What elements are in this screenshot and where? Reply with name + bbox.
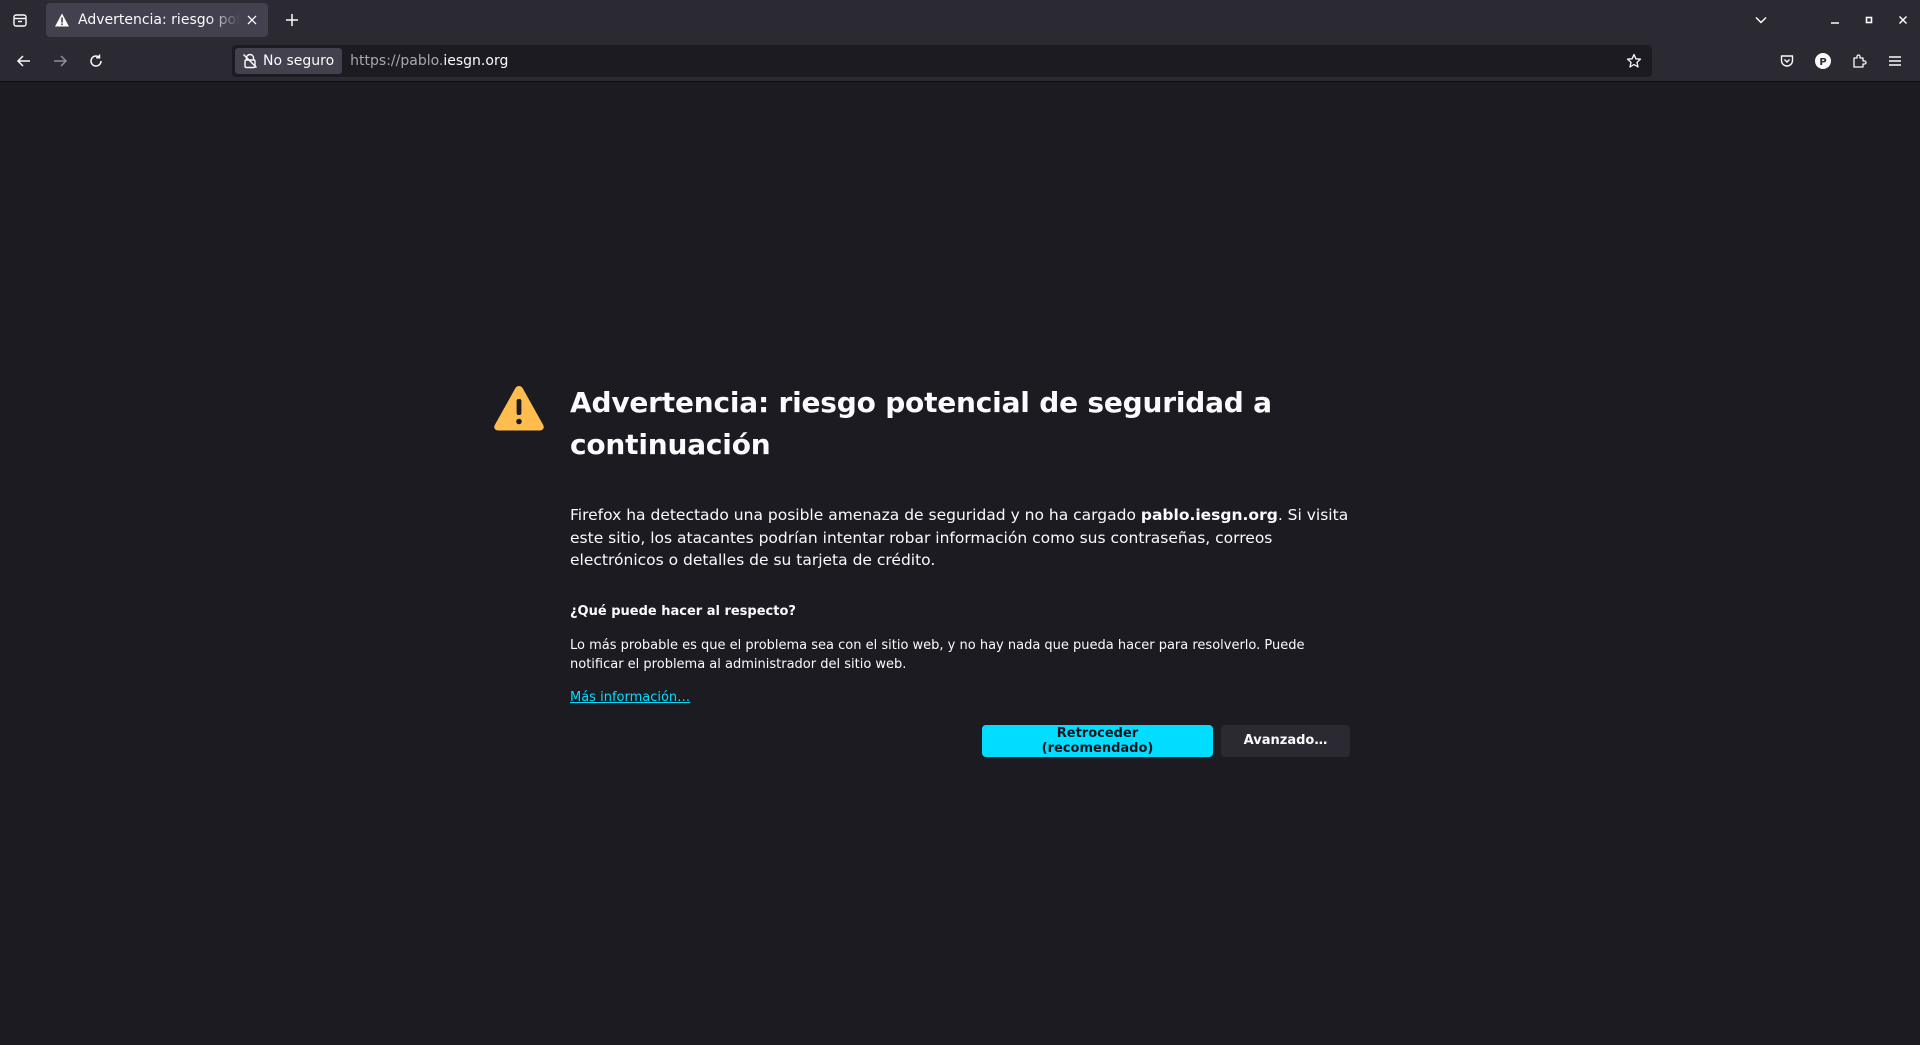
advanced-button[interactable]: Avanzado… — [1221, 724, 1350, 757]
tab-strip: Advertencia: riesgo potencial de segurid… — [0, 0, 1920, 40]
tab-title: Advertencia: riesgo potencial de segurid… — [78, 12, 240, 28]
pocket-icon — [1780, 55, 1794, 67]
back-button[interactable] — [8, 45, 40, 77]
firefox-view-button[interactable] — [0, 0, 40, 40]
profile-initial: P — [1819, 57, 1826, 68]
url-text[interactable]: https://pablo.iesgn.org — [350, 53, 508, 69]
star-icon — [1626, 53, 1642, 68]
insecure-lock-icon — [243, 53, 257, 69]
maximize-icon — [1865, 16, 1873, 24]
close-window-button[interactable] — [1886, 0, 1920, 40]
warning-icon — [494, 386, 544, 431]
arrow-left-icon — [16, 55, 30, 67]
profile-icon: P — [1815, 53, 1831, 69]
close-icon — [1898, 15, 1908, 25]
error-content: Advertencia: riesgo potencial de segurid… — [570, 382, 1350, 757]
connection-status-label: No seguro — [263, 53, 335, 69]
url-bar[interactable]: No seguro https://pablo.iesgn.org — [232, 45, 1652, 77]
security-warning-page: Advertencia: riesgo potencial de segurid… — [0, 82, 1920, 1045]
description-text-start: Firefox ha detectado una posible amenaza… — [570, 506, 1141, 524]
what-can-you-do-text: Lo más probable es que el problema sea c… — [570, 637, 1305, 673]
site-identity-button[interactable]: No seguro — [235, 48, 343, 74]
minimize-icon — [1831, 22, 1839, 24]
app-menu-button[interactable] — [1879, 45, 1911, 77]
new-tab-button[interactable] — [278, 6, 306, 34]
extensions-icon — [1853, 54, 1867, 68]
tab-active[interactable]: Advertencia: riesgo potencial de segurid… — [46, 3, 268, 37]
pocket-button[interactable] — [1771, 45, 1803, 77]
host-name: pablo.iesgn.org — [1140, 506, 1278, 524]
arrow-right-icon — [54, 55, 68, 67]
chevron-down-icon — [1755, 16, 1767, 24]
error-description: Firefox ha detectado una posible amenaza… — [570, 504, 1350, 572]
url-domain: iesgn.org — [443, 53, 509, 69]
learn-more-link[interactable]: Más información… — [570, 690, 690, 705]
bookmark-button[interactable] — [1622, 49, 1646, 73]
close-icon — [247, 15, 257, 25]
action-buttons: Retroceder (recomendado) Avanzado… — [570, 724, 1350, 757]
menu-icon — [1889, 56, 1901, 66]
list-all-tabs-button[interactable] — [1745, 4, 1777, 36]
window-controls — [1818, 0, 1920, 40]
what-can-you-do-heading: ¿Qué puede hacer al respecto? — [570, 603, 796, 619]
reload-button[interactable] — [80, 45, 112, 77]
tab-close-button[interactable] — [244, 12, 260, 28]
url-prefix: https://pablo. — [350, 53, 444, 69]
reload-icon — [90, 54, 102, 67]
page-title: Advertencia: riesgo potencial de segurid… — [570, 386, 1272, 461]
navigation-toolbar: No seguro https://pablo.iesgn.org P — [0, 40, 1920, 82]
go-back-button[interactable]: Retroceder (recomendado) — [982, 724, 1213, 757]
forward-button[interactable] — [44, 45, 76, 77]
maximize-button[interactable] — [1852, 0, 1886, 40]
account-button[interactable]: P — [1807, 45, 1839, 77]
warning-icon — [55, 13, 69, 27]
minimize-button[interactable] — [1818, 0, 1852, 40]
plus-icon — [286, 14, 298, 26]
firefox-view-icon — [13, 14, 27, 27]
extensions-button[interactable] — [1843, 45, 1875, 77]
